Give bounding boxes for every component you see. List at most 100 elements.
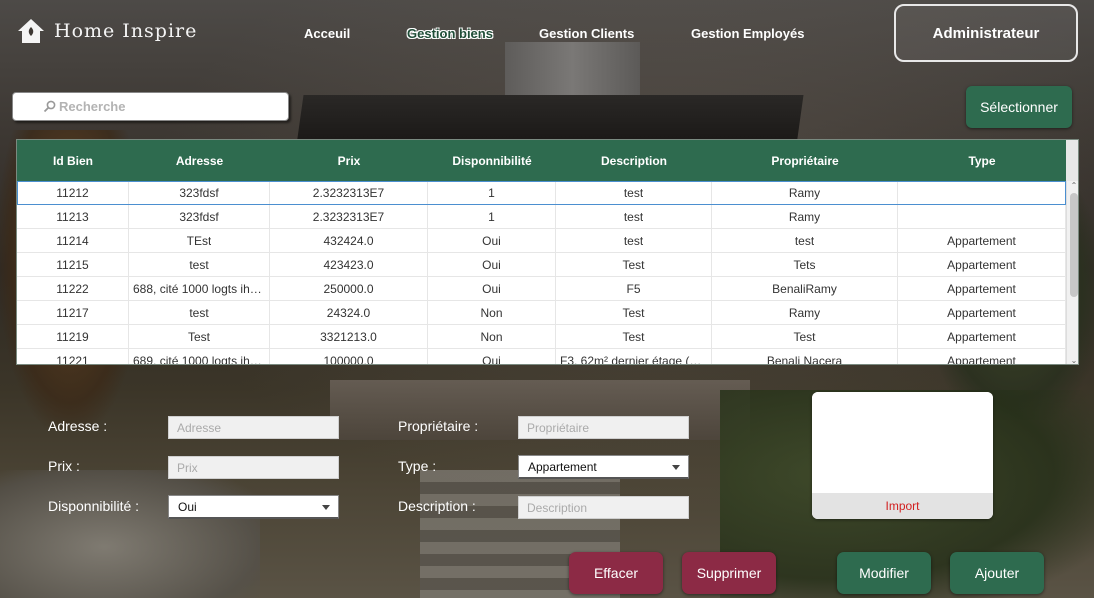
cell-description: F5 <box>556 277 712 300</box>
cell-id: 11219 <box>17 325 129 348</box>
nav-item-gestion-employes[interactable]: Gestion Employés <box>691 26 804 41</box>
cell-proprietaire-text: Tets <box>793 257 816 272</box>
table-row[interactable]: 11215 test 423423.0 Oui Test Tets Appartement <box>17 253 1066 277</box>
nav-item-gestion-clients[interactable]: Gestion Clients <box>539 26 634 41</box>
cell-adresse-text: TEst <box>186 233 212 248</box>
type-select[interactable]: Appartement <box>518 455 689 479</box>
background-rocks <box>0 470 260 598</box>
cell-type-text: Appartement <box>947 305 1016 320</box>
column-header-disponibilite[interactable]: Disponnibilité <box>428 140 556 181</box>
cell-adresse: Test <box>129 325 270 348</box>
chevron-down-icon <box>322 505 330 510</box>
cell-proprietaire-text: Ramy <box>788 209 821 224</box>
adresse-field[interactable] <box>168 416 339 439</box>
cell-description-text: F5 <box>626 281 641 296</box>
modifier-button[interactable]: Modifier <box>837 552 931 594</box>
cell-prix: 2.3232313E7 <box>270 205 428 228</box>
cell-prix-text: 24324.0 <box>326 305 371 320</box>
cell-adresse-text: Test <box>187 329 210 344</box>
import-image-button[interactable]: Import <box>812 493 993 519</box>
cell-prix: 423423.0 <box>270 253 428 276</box>
table-header-corner <box>1066 140 1078 181</box>
type-label: Type : <box>398 458 437 474</box>
cell-type-text: Appartement <box>947 281 1016 296</box>
table-row[interactable]: 11212 323fdsf 2.3232313E7 1 test Ramy <box>17 181 1066 205</box>
cell-id: 11212 <box>17 181 129 204</box>
prix-field[interactable] <box>168 456 339 479</box>
table-row[interactable]: 11222 688, cité 1000 logts iha… 250000.0 Ou… <box>17 277 1066 301</box>
cell-description-text: test <box>623 233 644 248</box>
disponibilite-select[interactable]: Oui <box>168 495 339 519</box>
scroll-down-icon[interactable]: ⌄ <box>1069 356 1078 364</box>
house-icon <box>18 19 44 43</box>
cell-disponibilite: Oui <box>428 277 556 300</box>
cell-id-text: 11217 <box>56 305 89 320</box>
brand-name: Home Inspire <box>54 20 198 42</box>
cell-description: test <box>556 181 712 204</box>
column-header-proprietaire[interactable]: Propriétaire <box>712 140 898 181</box>
disponibilite-label: Disponnibilité : <box>48 498 140 514</box>
brand-logo[interactable]: Home Inspire <box>16 16 197 46</box>
cell-disponibilite-text: Non <box>480 329 503 344</box>
cell-proprietaire-text: Test <box>793 329 816 344</box>
cell-adresse: 323fdsf <box>129 205 270 228</box>
table-row[interactable]: 11217 test 24324.0 Non Test Ramy Appartement <box>17 301 1066 325</box>
cell-disponibilite: 1 <box>428 205 556 228</box>
table-row[interactable]: 11219 Test 3321213.0 Non Test Test Appartement <box>17 325 1066 349</box>
cell-type: Appartement <box>898 229 1066 252</box>
table-row[interactable]: 11214 TEst 432424.0 Oui test test Appartement <box>17 229 1066 253</box>
scroll-thumb[interactable] <box>1070 193 1078 297</box>
column-header-adresse[interactable]: Adresse <box>129 140 270 181</box>
cell-proprietaire: Ramy <box>712 181 898 204</box>
table-scrollbar[interactable]: ⌃ ⌄ <box>1066 181 1078 364</box>
cell-description-text: test <box>623 185 644 200</box>
cell-adresse: test <box>129 253 270 276</box>
cell-id: 11217 <box>17 301 129 324</box>
cell-adresse-text: test <box>189 257 209 272</box>
cell-prix-text: 250000.0 <box>323 281 374 296</box>
table-row[interactable]: 11221 689, cité 1000 logts iha… 100000.0 Ou… <box>17 349 1066 365</box>
cell-description: Test <box>556 301 712 324</box>
cell-adresse: TEst <box>129 229 270 252</box>
cell-prix-text: 100000.0 <box>323 353 374 365</box>
cell-proprietaire: BenaliRamy <box>712 277 898 300</box>
admin-account-button[interactable]: Administrateur <box>894 4 1078 62</box>
cell-proprietaire: Ramy <box>712 205 898 228</box>
cell-prix: 100000.0 <box>270 349 428 365</box>
nav-item-gestion-biens[interactable]: Gestion biens <box>407 26 493 41</box>
cell-prix: 24324.0 <box>270 301 428 324</box>
cell-disponibilite-text: Non <box>480 305 503 320</box>
cell-id-text: 11214 <box>56 233 89 248</box>
cell-adresse: 688, cité 1000 logts iha… <box>129 277 270 300</box>
properties-table: Id Bien Adresse Prix Disponnibilité Desc… <box>16 139 1079 365</box>
supprimer-button[interactable]: Supprimer <box>682 552 776 594</box>
cell-id-text: 11221 <box>56 353 89 365</box>
scroll-up-icon[interactable]: ⌃ <box>1069 181 1078 191</box>
select-button[interactable]: Sélectionner <box>966 86 1072 128</box>
column-header-description[interactable]: Description <box>556 140 712 181</box>
cell-type: Appartement <box>898 349 1066 365</box>
proprietaire-field[interactable] <box>518 416 689 439</box>
cell-description: Test <box>556 253 712 276</box>
nav-item-acceuil[interactable]: Acceuil <box>304 26 350 41</box>
cell-type: Appartement <box>898 301 1066 324</box>
column-header-type[interactable]: Type <box>898 140 1066 181</box>
ajouter-button[interactable]: Ajouter <box>950 552 1044 594</box>
cell-description: test <box>556 205 712 228</box>
cell-adresse: test <box>129 301 270 324</box>
cell-prix: 3321213.0 <box>270 325 428 348</box>
cell-type-text: Appartement <box>947 257 1016 272</box>
cell-type: Appartement <box>898 253 1066 276</box>
cell-type-text: Appartement <box>947 353 1016 365</box>
description-field[interactable] <box>518 496 689 519</box>
cell-description: F3, 62m² dernier étage (4é… <box>556 349 712 364</box>
search-input[interactable] <box>43 99 273 114</box>
cell-proprietaire-text: Ramy <box>788 185 821 200</box>
column-header-prix[interactable]: Prix <box>270 140 428 181</box>
effacer-button[interactable]: Effacer <box>569 552 663 594</box>
column-header-id[interactable]: Id Bien <box>17 140 129 181</box>
prix-label: Prix : <box>48 458 80 474</box>
cell-id: 11222 <box>17 277 129 300</box>
cell-description-text: Test <box>622 257 645 272</box>
table-row[interactable]: 11213 323fdsf 2.3232313E7 1 test Ramy <box>17 205 1066 229</box>
